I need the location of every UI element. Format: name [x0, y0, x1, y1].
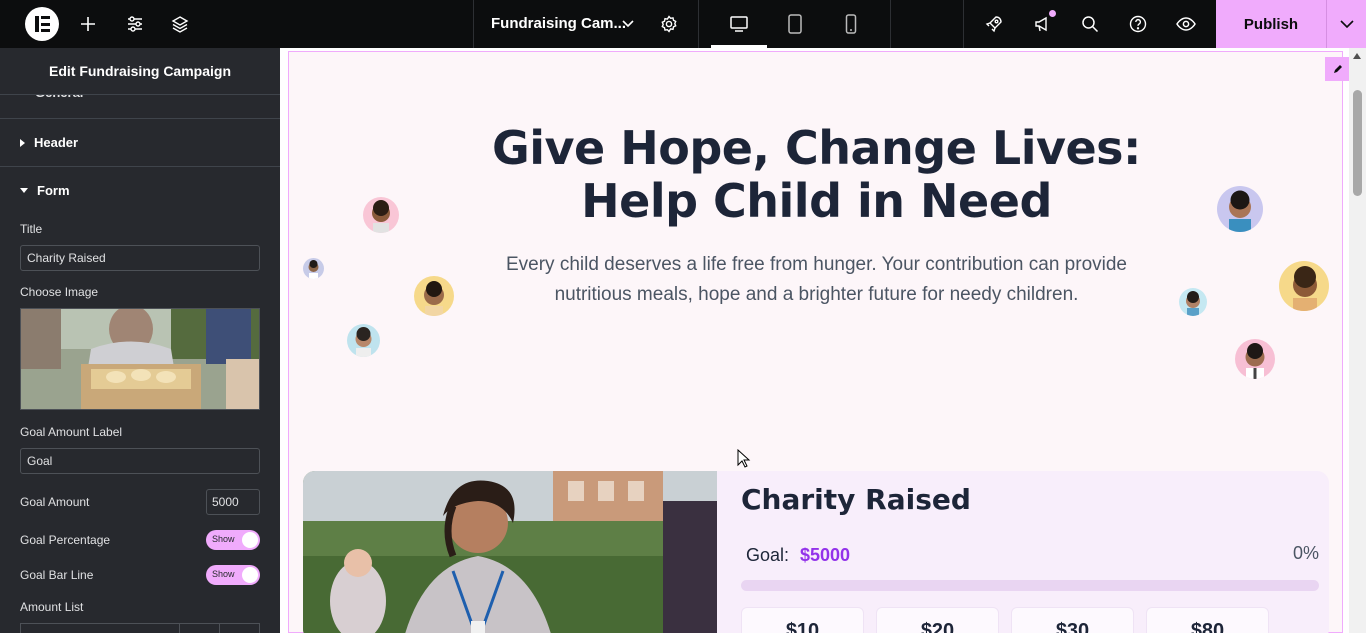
- publish-options-button[interactable]: [1326, 0, 1366, 48]
- goal-amount-label: Goal Amount: [20, 495, 90, 509]
- campaign-title: Charity Raised: [741, 483, 971, 516]
- amount-option[interactable]: $10: [741, 607, 864, 633]
- eye-icon: [1176, 17, 1196, 31]
- add-icon: [81, 17, 95, 31]
- mobile-view-button[interactable]: [823, 0, 879, 48]
- site-planner-button[interactable]: [980, 0, 1008, 48]
- finder-button[interactable]: [1076, 0, 1104, 48]
- top-bar: Fundraising Cam... Publish: [0, 0, 1366, 48]
- amount-list-repeater[interactable]: [20, 623, 260, 633]
- goal-percentage: 0%: [1293, 543, 1320, 563]
- goal-percentage-label: Goal Percentage: [20, 533, 111, 547]
- toggle-knob: [242, 567, 258, 583]
- goal-amount-input[interactable]: 5000: [206, 489, 260, 515]
- preview-canvas: Give Hope, Change Lives: Help Child in N…: [280, 48, 1349, 633]
- site-settings-button[interactable]: [119, 0, 151, 48]
- scrollbar-thumb[interactable]: [1353, 90, 1362, 196]
- child-avatar: [1179, 288, 1207, 316]
- child-avatar: [414, 276, 454, 316]
- goal-bar-line-label: Goal Bar Line: [20, 568, 94, 582]
- desktop-icon: [730, 16, 748, 32]
- desktop-view-button[interactable]: [711, 0, 767, 48]
- editor-panel: Edit Fundraising Campaign General Header…: [0, 48, 280, 633]
- panel-title: Edit Fundraising Campaign: [0, 48, 280, 95]
- fundraising-section[interactable]: Give Hope, Change Lives: Help Child in N…: [288, 51, 1349, 633]
- title-label: Title: [20, 222, 43, 236]
- child-avatar: [1279, 261, 1329, 311]
- gear-icon: [661, 15, 677, 33]
- goal-amount-label-input[interactable]: Goal: [20, 448, 260, 474]
- title-input[interactable]: Charity Raised: [20, 245, 260, 271]
- toggle-label: Show: [212, 569, 235, 579]
- amount-option[interactable]: $80: [1146, 607, 1269, 633]
- choose-image-label: Choose Image: [20, 285, 99, 299]
- goal-bar-line-toggle[interactable]: Show: [206, 565, 260, 585]
- help-button[interactable]: [1124, 0, 1152, 48]
- notification-dot: [1049, 10, 1056, 17]
- edit-widget-button[interactable]: [1325, 57, 1349, 81]
- page-settings-button[interactable]: [655, 0, 683, 48]
- child-avatar: [303, 258, 324, 279]
- add-element-button[interactable]: [72, 0, 104, 48]
- section-form[interactable]: Form: [0, 166, 280, 214]
- mobile-icon: [845, 14, 857, 34]
- campaign-image: [303, 471, 717, 633]
- search-icon: [1082, 16, 1099, 33]
- help-icon: [1129, 15, 1147, 33]
- layers-icon: [171, 16, 189, 33]
- section-header-label: Header: [34, 135, 79, 150]
- hero-subtitle: Every child deserves a life free from hu…: [505, 254, 1128, 305]
- caret-down-icon: [20, 188, 28, 193]
- structure-button[interactable]: [164, 0, 196, 48]
- scroll-up-arrow-icon[interactable]: [1353, 53, 1361, 59]
- goal-progress-bar: [741, 580, 1319, 591]
- document-title[interactable]: Fundraising Cam...: [491, 15, 626, 32]
- caret-right-icon: [20, 138, 25, 147]
- toggle-label: Show: [212, 534, 235, 544]
- document-dropdown-button[interactable]: [616, 0, 640, 48]
- choose-image-preview[interactable]: [20, 308, 260, 410]
- publish-button[interactable]: Publish: [1216, 0, 1326, 48]
- tablet-icon: [788, 14, 802, 34]
- goal-percentage-toggle[interactable]: Show: [206, 530, 260, 550]
- volunteer-image: [21, 309, 259, 409]
- chevron-down-icon: [622, 20, 634, 28]
- pencil-icon: [1334, 65, 1342, 73]
- hero-title: Give Hope, Change Lives: Help Child in N…: [492, 121, 1141, 228]
- child-avatar: [1235, 339, 1275, 379]
- canvas-scrollbar[interactable]: [1349, 48, 1366, 633]
- megaphone-icon: [1035, 16, 1047, 32]
- child-avatar: [347, 324, 380, 357]
- child-avatar: [1217, 186, 1263, 232]
- section-form-label: Form: [37, 183, 70, 198]
- mouse-cursor-icon: [737, 449, 751, 468]
- campaign-card: Charity Raised Goal: $5000 0% $10 $20 $3…: [303, 471, 1329, 633]
- goal-label: Goal:: [746, 545, 790, 565]
- chevron-down-icon: [1339, 20, 1354, 28]
- child-avatar: [363, 197, 399, 233]
- preview-button[interactable]: [1172, 0, 1200, 48]
- section-header[interactable]: Header: [0, 118, 280, 166]
- whats-new-button[interactable]: [1028, 0, 1056, 48]
- amount-option[interactable]: $20: [876, 607, 999, 633]
- elementor-logo-icon[interactable]: [25, 7, 59, 41]
- goal-value: $5000: [800, 545, 851, 565]
- tablet-view-button[interactable]: [767, 0, 823, 48]
- amount-list-label: Amount List: [20, 600, 84, 614]
- amount-option[interactable]: $30: [1011, 607, 1134, 633]
- rocket-icon: [985, 16, 1002, 33]
- goal-amount-label-label: Goal Amount Label: [20, 425, 123, 439]
- settings-sliders-icon: [128, 16, 142, 32]
- toggle-knob: [242, 532, 258, 548]
